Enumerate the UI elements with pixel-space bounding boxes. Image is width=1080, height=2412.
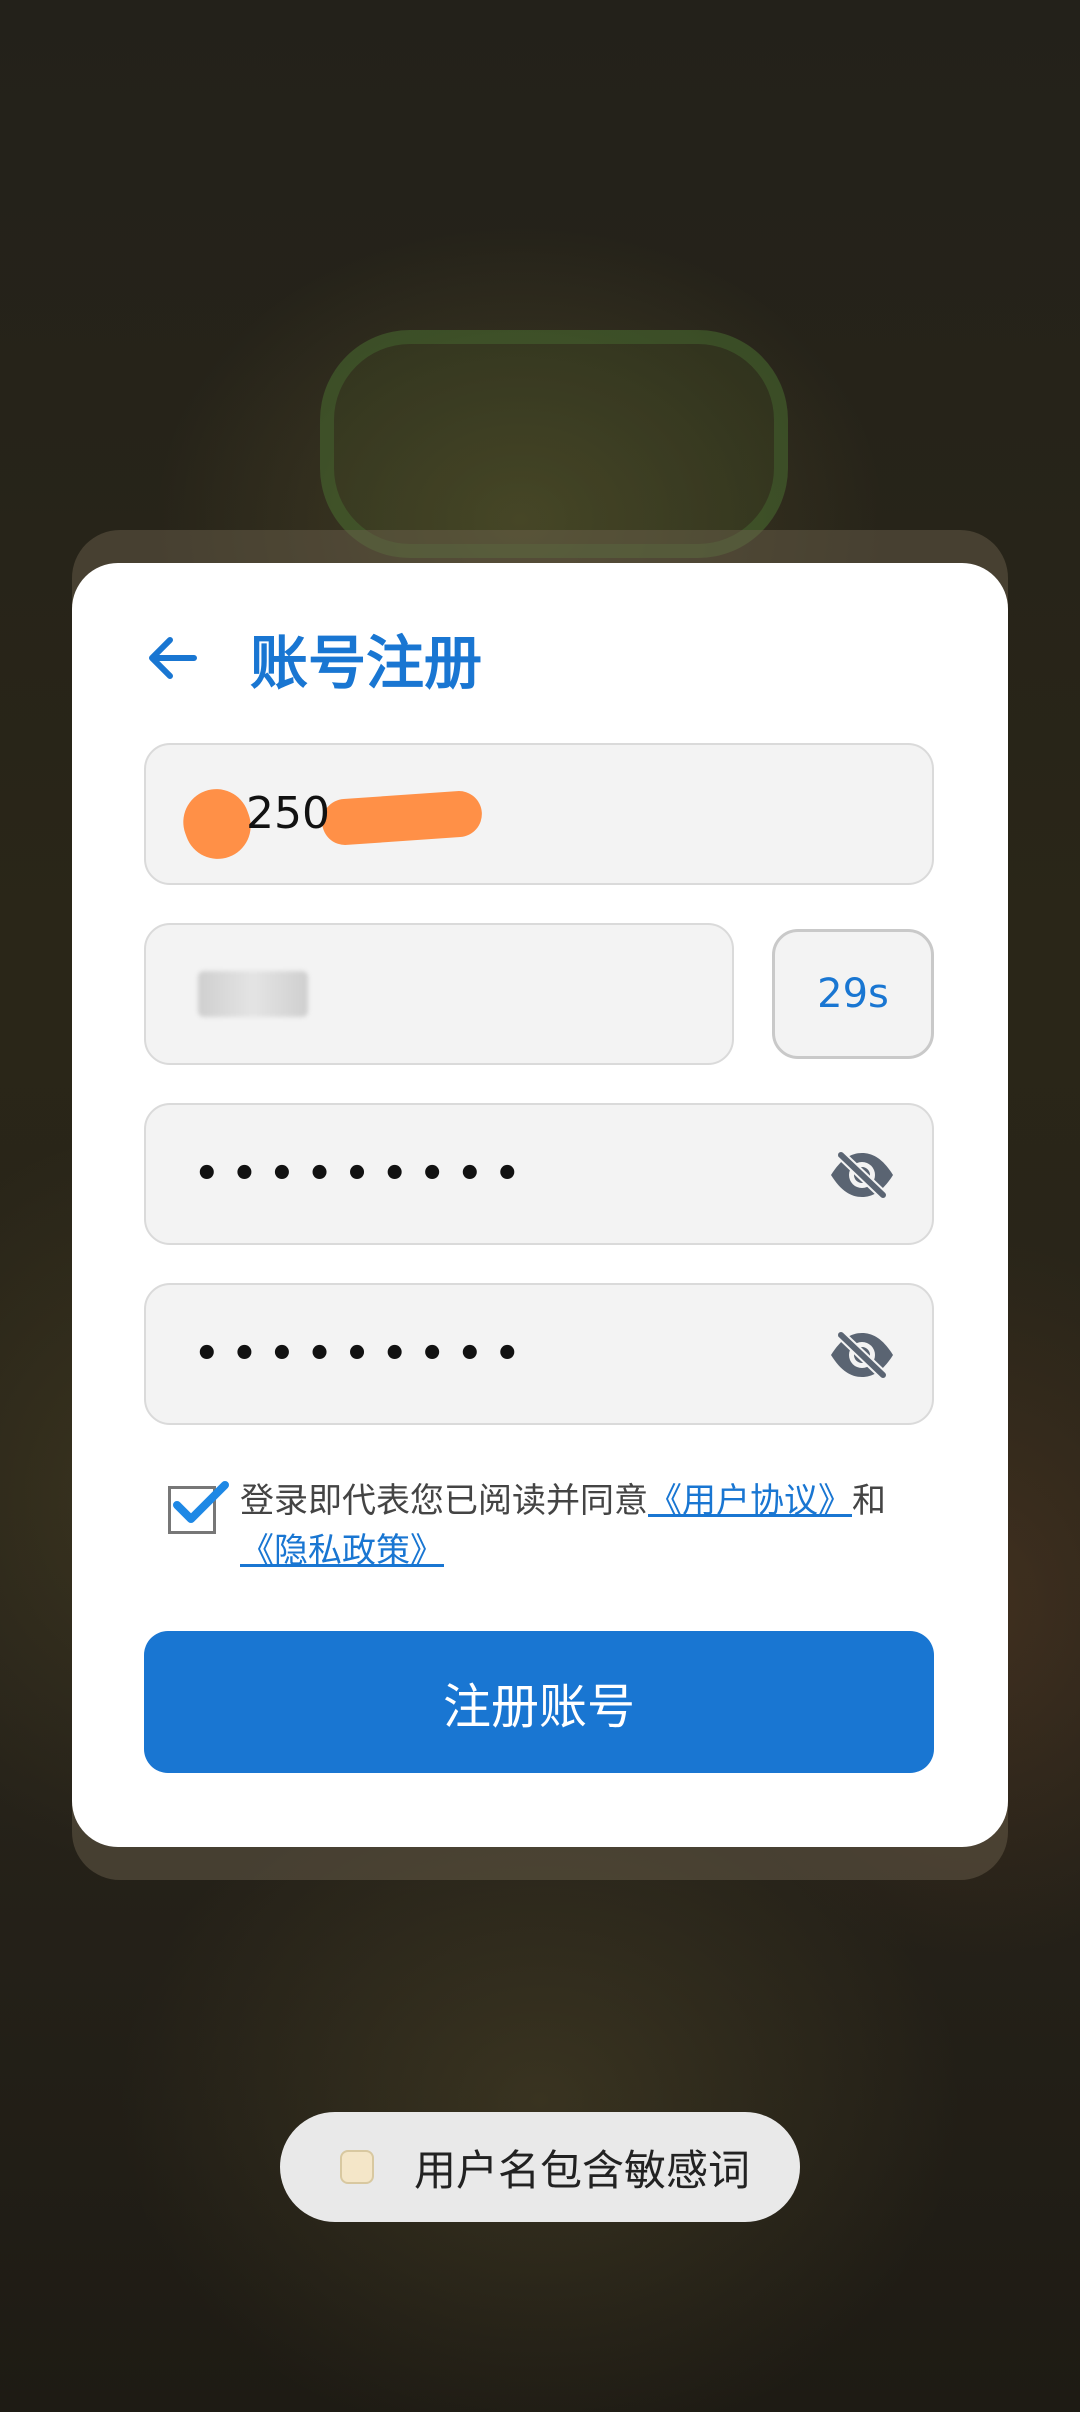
- register-button[interactable]: 注册账号: [144, 1631, 934, 1773]
- back-button[interactable]: [132, 618, 212, 698]
- register-dialog: 账号注册 250 29s ••••••••• ••••••••• 登录即代表您已…: [72, 563, 1008, 1847]
- user-agreement-link[interactable]: 《用户协议》: [648, 1481, 852, 1521]
- toggle-confirm-password-visibility-button[interactable]: [826, 1319, 898, 1391]
- app-icon: [340, 2150, 374, 2184]
- password-mask: •••••••••: [194, 1151, 533, 1197]
- agreement-text: 登录即代表您已阅读并同意《用户协议》和《隐私政策》: [240, 1476, 960, 1576]
- eye-off-icon: [831, 1150, 893, 1200]
- resend-code-button[interactable]: 29s: [772, 929, 934, 1059]
- code-value-blurred: [198, 971, 308, 1017]
- verification-code-input[interactable]: [144, 923, 734, 1065]
- game-logo: [320, 330, 788, 558]
- toast: 用户名包含敏感词: [280, 2112, 800, 2222]
- checkmark-icon: [173, 1481, 229, 1523]
- privacy-policy-link[interactable]: 《隐私政策》: [240, 1531, 444, 1571]
- eye-off-icon: [831, 1330, 893, 1380]
- page-title: 账号注册: [250, 629, 483, 697]
- toggle-password-visibility-button[interactable]: [826, 1139, 898, 1211]
- redaction-mark: [320, 789, 484, 847]
- dialog-header: 账号注册: [132, 618, 482, 698]
- agreement-prefix: 登录即代表您已阅读并同意: [240, 1481, 648, 1521]
- phone-input[interactable]: 250: [144, 743, 934, 885]
- phone-value: 250: [246, 788, 330, 839]
- password-input[interactable]: •••••••••: [144, 1103, 934, 1245]
- arrow-left-icon: [149, 637, 197, 679]
- agreement-checkbox[interactable]: [168, 1481, 229, 1534]
- confirm-password-mask: •••••••••: [194, 1331, 533, 1377]
- toast-message: 用户名包含敏感词: [414, 2145, 751, 2195]
- agreement-conjunction: 和: [852, 1481, 886, 1521]
- confirm-password-input[interactable]: •••••••••: [144, 1283, 934, 1425]
